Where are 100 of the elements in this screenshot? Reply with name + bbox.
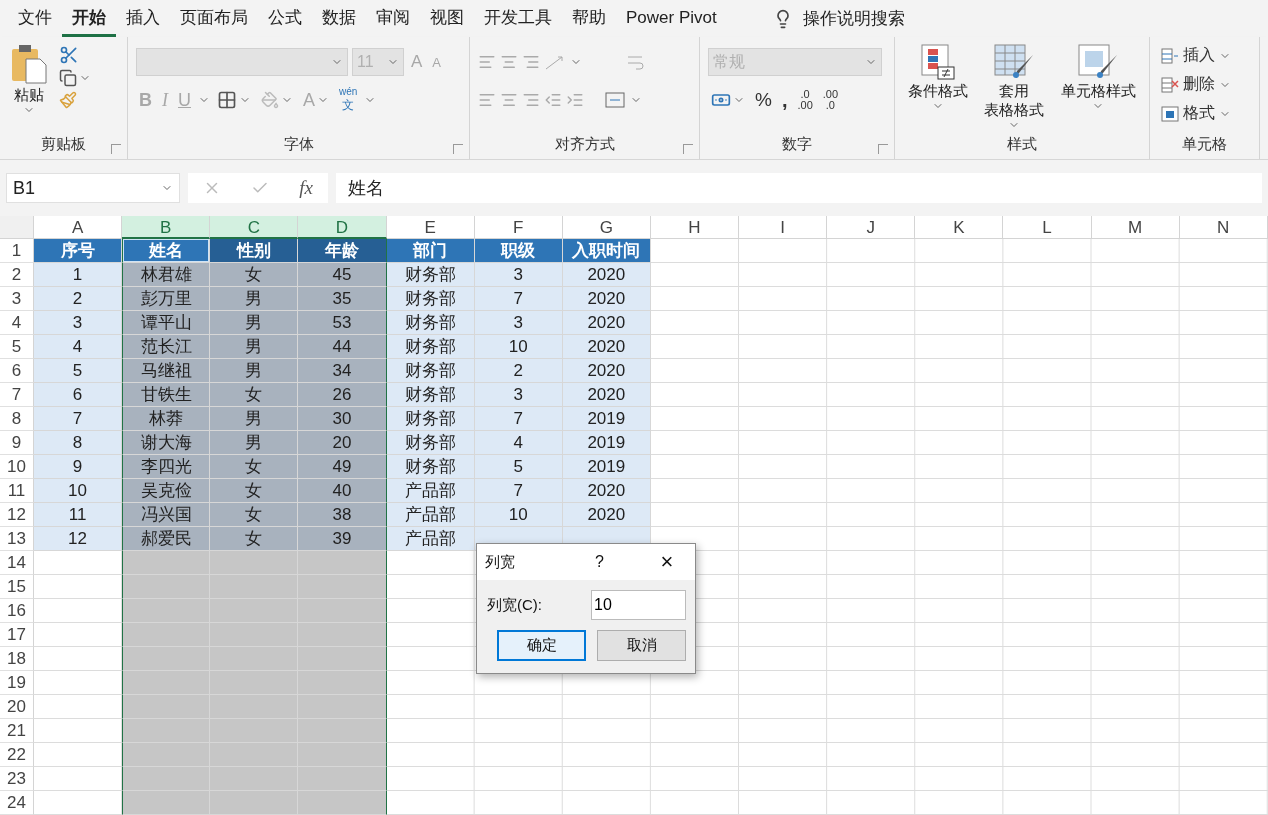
table-cell: 女: [210, 503, 299, 527]
column-header[interactable]: F: [474, 216, 563, 239]
row-header[interactable]: 13: [0, 527, 34, 551]
ribbon-tab[interactable]: 视图: [420, 0, 474, 38]
column-header[interactable]: I: [739, 216, 828, 239]
ribbon-tab[interactable]: 帮助: [562, 0, 616, 38]
table-cell: 2020: [562, 287, 651, 311]
row-header[interactable]: 10: [0, 455, 34, 479]
name-box[interactable]: B1: [6, 173, 180, 204]
row-header[interactable]: 21: [0, 719, 34, 743]
row-header[interactable]: 15: [0, 575, 34, 599]
table-cell: 甘铁生: [122, 383, 211, 407]
column-header[interactable]: E: [386, 216, 475, 239]
row-header[interactable]: 9: [0, 431, 34, 455]
style-button[interactable]: 单元格样式: [1058, 43, 1138, 136]
style-button[interactable]: 条件格式: [906, 43, 971, 136]
row-header[interactable]: 14: [0, 551, 34, 575]
row-header[interactable]: 22: [0, 743, 34, 767]
table-cell: 20: [298, 431, 387, 455]
row-header[interactable]: 19: [0, 671, 34, 695]
table-cell: 49: [298, 455, 387, 479]
column-header[interactable]: M: [1091, 216, 1180, 239]
column-header[interactable]: B: [122, 216, 211, 239]
ribbon-tab[interactable]: 审阅: [366, 0, 420, 38]
cells-button[interactable]: 删除: [1158, 72, 1251, 98]
group-title: 剪贴板: [40, 135, 87, 155]
row-header[interactable]: 4: [0, 311, 34, 335]
table-cell: 财务部: [386, 383, 475, 407]
phonetic-button[interactable]: wén 文: [336, 84, 361, 116]
tell-me-search[interactable]: 操作说明搜索: [766, 3, 911, 35]
group-title: 单元格: [1181, 135, 1228, 155]
column-header[interactable]: J: [827, 216, 916, 239]
column-header[interactable]: G: [562, 216, 651, 239]
ribbon-tab[interactable]: 开发工具: [474, 0, 562, 38]
ribbon-tab[interactable]: Power Pivot: [616, 1, 727, 36]
cells-button[interactable]: 插入: [1158, 43, 1251, 69]
formula-field[interactable]: 姓名: [336, 173, 1262, 204]
table-cell: 26: [298, 383, 387, 407]
table-cell: 李四光: [122, 455, 211, 479]
table-cell: 2020: [562, 263, 651, 287]
row-header[interactable]: 18: [0, 647, 34, 671]
percent-button[interactable]: %: [752, 87, 775, 114]
row-header[interactable]: 2: [0, 263, 34, 287]
help-button[interactable]: ?: [595, 553, 647, 571]
decrease-decimal-button[interactable]: .00 .0: [819, 87, 842, 114]
row-header[interactable]: 1: [0, 239, 34, 263]
row-header[interactable]: 8: [0, 407, 34, 431]
insert-function-button[interactable]: fx: [299, 177, 313, 200]
row-header[interactable]: 20: [0, 695, 34, 719]
column-width-field[interactable]: 10: [591, 590, 686, 620]
close-button[interactable]: ×: [647, 548, 687, 576]
paste-button[interactable]: 粘贴: [8, 43, 50, 136]
table-cell: 5: [474, 455, 563, 479]
row-header[interactable]: 3: [0, 287, 34, 311]
table-header-cell: 姓名: [122, 239, 211, 263]
table-cell: 35: [298, 287, 387, 311]
row-header[interactable]: 24: [0, 791, 34, 815]
table-cell: 53: [298, 311, 387, 335]
row-header[interactable]: 11: [0, 479, 34, 503]
table-cell: 财务部: [386, 263, 475, 287]
increase-decimal-button[interactable]: .0 .00: [794, 87, 816, 114]
row-header[interactable]: 12: [0, 503, 34, 527]
group-title: 对齐方式: [553, 135, 616, 155]
cells-button[interactable]: 格式: [1158, 101, 1251, 127]
ribbon-tab[interactable]: 公式: [258, 0, 312, 38]
dialog-title: 列宽: [485, 552, 516, 572]
table-cell: 男: [210, 431, 299, 455]
row-header[interactable]: 16: [0, 599, 34, 623]
dialog-button[interactable]: 取消: [597, 630, 686, 661]
table-header-cell: 序号: [34, 239, 123, 263]
table-cell: 9: [34, 455, 123, 479]
table-cell: 3: [34, 311, 123, 335]
column-header[interactable]: K: [915, 216, 1004, 239]
row-header[interactable]: 6: [0, 359, 34, 383]
table-cell: 财务部: [386, 335, 475, 359]
row-header[interactable]: 23: [0, 767, 34, 791]
row-header[interactable]: 17: [0, 623, 34, 647]
table-cell: 谢大海: [122, 431, 211, 455]
column-header[interactable]: C: [210, 216, 299, 239]
table-cell: 2020: [562, 311, 651, 335]
table-cell: 10: [474, 503, 563, 527]
row-header[interactable]: 5: [0, 335, 34, 359]
table-cell: 男: [210, 287, 299, 311]
column-header[interactable]: L: [1003, 216, 1092, 239]
row-header[interactable]: 7: [0, 383, 34, 407]
column-header[interactable]: N: [1179, 216, 1268, 239]
column-header[interactable]: H: [650, 216, 739, 239]
dialog-button[interactable]: 确定: [497, 630, 586, 661]
column-header[interactable]: A: [34, 216, 123, 239]
ribbon-tab[interactable]: 数据: [312, 0, 366, 38]
comma-button[interactable]: ,: [778, 86, 791, 114]
table-cell: 7: [474, 407, 563, 431]
ribbon-tab[interactable]: 插入: [116, 0, 170, 38]
ribbon-tab[interactable]: 页面布局: [170, 0, 258, 38]
style-button[interactable]: 套用 表格格式: [982, 43, 1047, 136]
table-cell: 7: [474, 479, 563, 503]
column-header[interactable]: D: [298, 216, 387, 239]
ribbon-tab[interactable]: 文件: [8, 0, 62, 38]
group-title: 字体: [282, 135, 315, 155]
table-cell: 马继祖: [122, 359, 211, 383]
